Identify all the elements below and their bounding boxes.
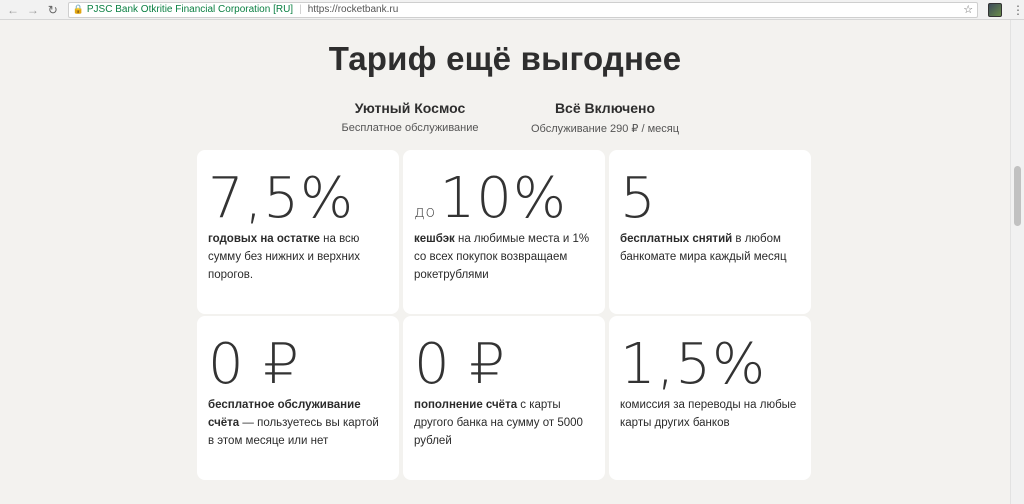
page-title: Тариф ещё выгоднее (328, 40, 682, 77)
card-desc-bold: годовых на остатке (208, 233, 320, 245)
page-scrollbar[interactable] (1010, 20, 1024, 504)
card-value: 5 (620, 170, 799, 230)
feature-card-free-service: 0 ₽ бесплатное обслуживание счёта — поль… (197, 316, 399, 480)
tariff-column-1: Уютный Космос Бесплатное обслуживание (330, 100, 490, 134)
card-value-text: 7,5% (208, 166, 355, 231)
address-bar[interactable]: 🔒 PJSC Bank Otkritie Financial Corporati… (67, 1, 979, 18)
tariff-name: Уютный Космос (354, 100, 466, 116)
browser-menu-icon[interactable]: ⋮ (1012, 4, 1024, 16)
card-value-text: 0 ₽ (414, 332, 507, 397)
card-description: бесплатное обслуживание счёта — пользует… (208, 396, 387, 450)
card-description: годовых на остатке на всю сумму без нижн… (208, 230, 387, 284)
card-value: 0 ₽ (414, 336, 593, 396)
card-description: кешбэк на любимые места и 1% со всех пок… (414, 230, 593, 284)
card-value-text: 0 ₽ (208, 332, 301, 397)
tariff-column-2: Всё Включено Обслуживание 290 ₽ / месяц (520, 100, 690, 135)
card-desc-bold: кешбэк (414, 233, 455, 245)
tariff-subtitle: Бесплатное обслуживание (341, 122, 479, 134)
browser-toolbar: ← → ↻ 🔒 PJSC Bank Otkritie Financial Cor… (0, 0, 1024, 20)
lock-icon: 🔒 (72, 4, 84, 14)
forward-arrow-icon[interactable]: → (26, 3, 40, 17)
card-desc-bold: пополнение счёта (414, 399, 518, 411)
card-value-text: 1,5% (620, 332, 767, 397)
card-description: пополнение счёта с карты другого банка н… (414, 396, 593, 450)
card-value: 1,5% (620, 336, 799, 396)
tariff-name: Всё Включено (554, 100, 656, 116)
feature-card-topup: 0 ₽ пополнение счёта с карты другого бан… (403, 316, 605, 480)
bookmark-star-icon[interactable]: ☆ (963, 3, 973, 16)
address-separator: | (299, 4, 302, 15)
card-value-text: 5 (620, 166, 657, 231)
card-value: 7,5% (208, 170, 387, 230)
card-value-text: 10% (439, 166, 568, 231)
feature-card-transfer-fee: 1,5% комиссия за переводы на любые карты… (609, 316, 811, 480)
certificate-org-label: PJSC Bank Otkritie Financial Corporation… (86, 4, 294, 15)
reload-icon[interactable]: ↻ (46, 3, 60, 17)
feature-card-withdrawals: 5 бесплатных снятий в любом банкомате ми… (609, 150, 811, 314)
card-value: 0 ₽ (208, 336, 387, 396)
scrollbar-thumb[interactable] (1014, 166, 1021, 226)
back-arrow-icon[interactable]: ← (6, 3, 20, 17)
feature-card-cashback: до10% кешбэк на любимые места и 1% со вс… (403, 150, 605, 314)
card-desc-text: комиссия за переводы на любые карты друг… (620, 399, 797, 429)
tariff-subtitle: Обслуживание 290 ₽ / месяц (530, 123, 680, 135)
feature-card-interest: 7,5% годовых на остатке на всю сумму без… (197, 150, 399, 314)
card-description: бесплатных снятий в любом банкомате мира… (620, 230, 799, 266)
card-value: до10% (414, 170, 593, 230)
extension-icon[interactable] (988, 2, 1003, 17)
card-description: комиссия за переводы на любые карты друг… (620, 396, 799, 432)
card-value-prefix: до (414, 202, 436, 221)
card-desc-bold: бесплатных снятий (620, 233, 733, 245)
url-text: https://rocketbank.ru (307, 4, 399, 15)
